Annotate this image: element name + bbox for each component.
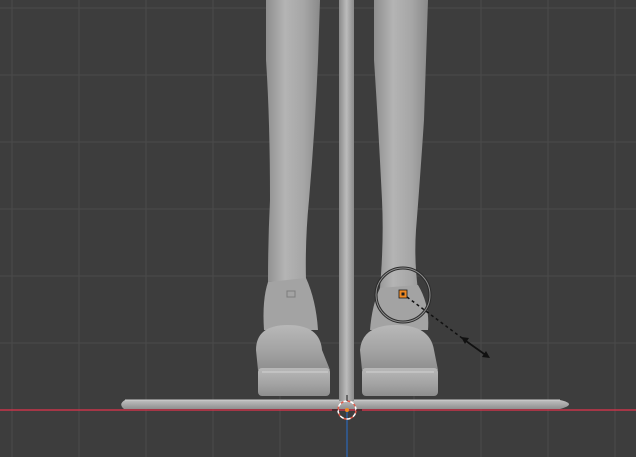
right-shoe-mesh[interactable] <box>360 325 438 396</box>
3d-viewport[interactable] <box>0 0 636 457</box>
left-leg-mesh[interactable] <box>263 0 321 330</box>
viewport-canvas[interactable] <box>0 0 636 457</box>
selected-vertex-icon[interactable] <box>398 289 408 299</box>
stand-pole[interactable] <box>339 0 354 401</box>
left-shoe-mesh[interactable] <box>256 325 330 396</box>
scale-arrows-icon <box>461 337 490 358</box>
